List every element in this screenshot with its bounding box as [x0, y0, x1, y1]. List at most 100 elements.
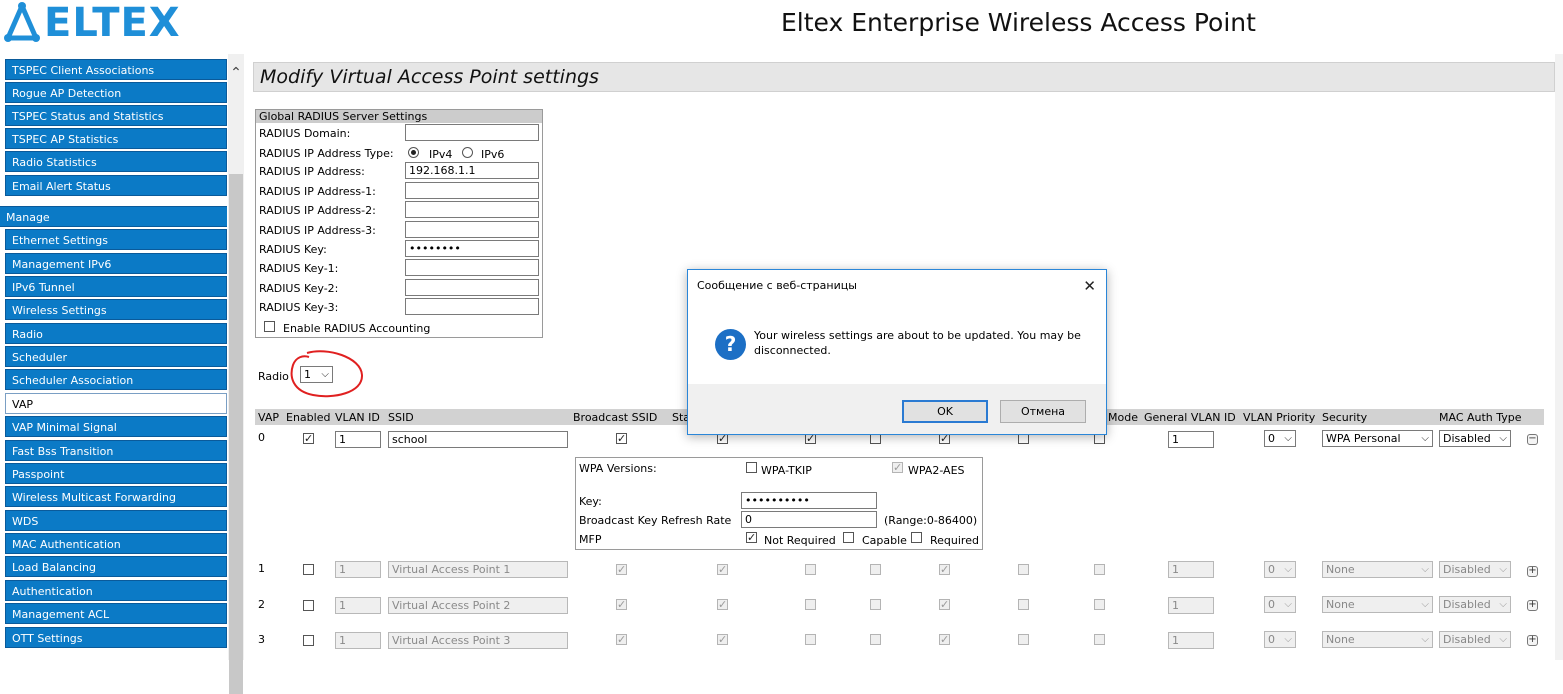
sidebar-section-manage[interactable]: Manage — [0, 206, 227, 227]
sidebar-item-authentication[interactable]: Authentication — [5, 580, 227, 601]
vap-0-broadcast-checkbox[interactable]: ✓ — [616, 433, 627, 444]
vap-3-ssid-input[interactable]: Virtual Access Point 3 — [388, 632, 568, 649]
sidebar-item-tspec-client-associations[interactable]: TSPEC Client Associations — [5, 59, 227, 80]
vap-3-broadcast-checkbox[interactable]: ✓ — [616, 634, 627, 645]
radius-domain-input[interactable] — [405, 124, 539, 141]
vap-0-enabled-checkbox[interactable]: ✓ — [303, 433, 314, 444]
vap-2-ssid-input[interactable]: Virtual Access Point 2 — [388, 597, 568, 614]
vap-1-enabled-checkbox[interactable] — [303, 564, 314, 575]
radius-ipv6-radio[interactable] — [462, 147, 473, 158]
wpa-tkip-checkbox[interactable] — [746, 462, 757, 473]
sidebar-item-ott-settings[interactable]: OTT Settings — [5, 627, 227, 648]
vap-3-option-checkbox[interactable] — [1018, 634, 1029, 645]
vap-2-broadcast-checkbox[interactable]: ✓ — [616, 599, 627, 610]
vap-1-general-vlan-input[interactable]: 1 — [1168, 561, 1214, 578]
sidebar-item-load-balancing[interactable]: Load Balancing — [5, 556, 227, 577]
radius-accounting-checkbox[interactable] — [264, 321, 275, 332]
expand-plus-icon[interactable]: + — [1527, 600, 1538, 611]
radius-ip-input[interactable]: 192.168.1.1 — [405, 162, 539, 179]
vap-2-option-checkbox[interactable]: ✓ — [939, 599, 950, 610]
radius-key2-input[interactable] — [405, 279, 539, 296]
vap-1-station-isolation-checkbox[interactable]: ✓ — [717, 564, 728, 575]
radius-ipv4-radio[interactable] — [408, 147, 419, 158]
mfp-capable-checkbox[interactable] — [843, 532, 854, 543]
sidebar-item-vap-minimal-signal[interactable]: VAP Minimal Signal — [5, 416, 227, 437]
vap-1-vlan-input[interactable]: 1 — [335, 561, 381, 578]
vap-1-mode-checkbox[interactable] — [1094, 564, 1105, 575]
sidebar-item-management-ipv6[interactable]: Management IPv6 — [5, 253, 227, 274]
vap-1-option-checkbox[interactable] — [870, 564, 881, 575]
vap-2-general-vlan-input[interactable]: 1 — [1168, 597, 1214, 614]
sidebar-item-email-alert-status[interactable]: Email Alert Status — [5, 175, 227, 196]
sidebar-item-ethernet-settings[interactable]: Ethernet Settings — [5, 229, 227, 250]
sidebar-item-passpoint[interactable]: Passpoint — [5, 463, 227, 484]
wpa2-aes-checkbox[interactable]: ✓ — [892, 462, 903, 473]
sidebar-scrollbar-thumb[interactable] — [229, 174, 243, 694]
vap-1-option-checkbox[interactable]: ✓ — [939, 564, 950, 575]
sidebar-item-tspec-ap-statistics[interactable]: TSPEC AP Statistics — [5, 128, 227, 149]
ok-button[interactable]: OK — [902, 400, 988, 423]
sidebar-item-ipv6-tunnel[interactable]: IPv6 Tunnel — [5, 276, 227, 297]
vap-3-station-isolation-checkbox[interactable]: ✓ — [717, 634, 728, 645]
vap-2-option-checkbox[interactable] — [805, 599, 816, 610]
sidebar-item-rogue-ap-detection[interactable]: Rogue AP Detection — [5, 82, 227, 103]
vap-2-mode-checkbox[interactable] — [1094, 599, 1105, 610]
vap-1-ssid-input[interactable]: Virtual Access Point 1 — [388, 561, 568, 578]
mfp-required-checkbox[interactable] — [911, 532, 922, 543]
vap-2-security-select[interactable]: None ⌵ — [1322, 596, 1433, 613]
broadcast-key-refresh-input[interactable]: 0 — [741, 511, 877, 528]
scroll-up-arrow-icon[interactable]: ⌃ — [229, 66, 243, 80]
vap-3-priority-select[interactable]: 0 ⌵ — [1264, 631, 1296, 648]
vap-3-option-checkbox[interactable]: ✓ — [939, 634, 950, 645]
sidebar-item-vap[interactable]: VAP — [5, 393, 227, 414]
vap-3-mac-auth-select[interactable]: Disabled ⌵ — [1439, 631, 1511, 648]
vap-3-general-vlan-input[interactable]: 1 — [1168, 632, 1214, 649]
close-icon[interactable]: ✕ — [1083, 277, 1096, 295]
vap-1-mac-auth-select[interactable]: Disabled ⌵ — [1439, 561, 1511, 578]
vap-2-enabled-checkbox[interactable] — [303, 600, 314, 611]
vap-3-mode-checkbox[interactable] — [1094, 634, 1105, 645]
vap-1-option-checkbox[interactable] — [1018, 564, 1029, 575]
sidebar-item-scheduler[interactable]: Scheduler — [5, 346, 227, 367]
vap-0-general-vlan-input[interactable]: 1 — [1168, 431, 1214, 448]
sidebar-item-scheduler-association[interactable]: Scheduler Association — [5, 369, 227, 390]
vap-3-security-select[interactable]: None ⌵ — [1322, 631, 1433, 648]
vap-3-option-checkbox[interactable] — [870, 634, 881, 645]
collapse-minus-icon[interactable]: − — [1527, 434, 1538, 445]
sidebar-item-tspec-status[interactable]: TSPEC Status and Statistics — [5, 105, 227, 126]
vap-1-security-select[interactable]: None ⌵ — [1322, 561, 1433, 578]
cancel-button[interactable]: Отмена — [1000, 400, 1086, 423]
sidebar-item-wireless-settings[interactable]: Wireless Settings — [5, 299, 227, 320]
sidebar-item-radio-statistics[interactable]: Radio Statistics — [5, 151, 227, 172]
vap-1-priority-select[interactable]: 0 ⌵ — [1264, 561, 1296, 578]
sidebar-item-wds[interactable]: WDS — [5, 510, 227, 531]
vap-0-ssid-input[interactable]: school — [388, 431, 568, 448]
vap-2-station-isolation-checkbox[interactable]: ✓ — [717, 599, 728, 610]
vap-1-option-checkbox[interactable] — [805, 564, 816, 575]
expand-plus-icon[interactable]: + — [1527, 635, 1538, 646]
radius-key3-input[interactable] — [405, 298, 539, 315]
radius-key-input[interactable]: •••••••• — [405, 240, 539, 257]
sidebar-item-radio[interactable]: Radio — [5, 323, 227, 344]
main-scrollbar[interactable] — [1555, 54, 1563, 660]
vap-0-priority-select[interactable]: 0 ⌵ — [1264, 430, 1296, 447]
sidebar-item-fast-bss-transition[interactable]: Fast Bss Transition — [5, 440, 227, 461]
sidebar-item-wireless-multicast-forwarding[interactable]: Wireless Multicast Forwarding — [5, 486, 227, 507]
radius-key1-input[interactable] — [405, 259, 539, 276]
vap-3-vlan-input[interactable]: 1 — [335, 632, 381, 649]
vap-2-vlan-input[interactable]: 1 — [335, 597, 381, 614]
radius-ip2-input[interactable] — [405, 201, 539, 218]
expand-plus-icon[interactable]: + — [1527, 566, 1538, 577]
vap-0-mac-auth-select[interactable]: Disabled ⌵ — [1439, 430, 1511, 447]
mfp-not-required-checkbox[interactable]: ✓ — [746, 532, 757, 543]
vap-2-option-checkbox[interactable] — [1018, 599, 1029, 610]
vap-0-security-select[interactable]: WPA Personal ⌵ — [1322, 430, 1433, 447]
radius-ip3-input[interactable] — [405, 221, 539, 238]
vap-1-broadcast-checkbox[interactable]: ✓ — [616, 564, 627, 575]
vap-0-vlan-input[interactable]: 1 — [335, 431, 381, 448]
vap-2-mac-auth-select[interactable]: Disabled ⌵ — [1439, 596, 1511, 613]
sidebar-item-management-acl[interactable]: Management ACL — [5, 603, 227, 624]
vap-3-option-checkbox[interactable] — [805, 634, 816, 645]
radius-ip1-input[interactable] — [405, 182, 539, 199]
vap-2-option-checkbox[interactable] — [870, 599, 881, 610]
